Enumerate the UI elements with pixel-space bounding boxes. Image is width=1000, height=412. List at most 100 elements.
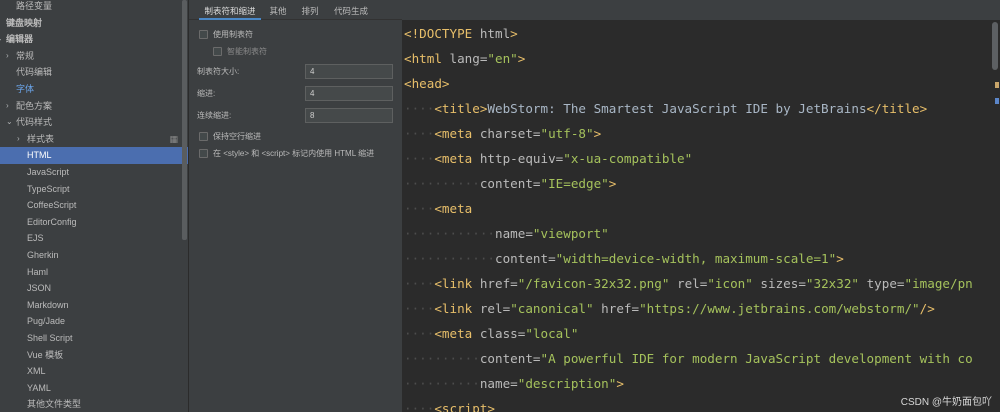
code-token: > bbox=[616, 376, 624, 391]
whitespace-marker: ···· bbox=[404, 126, 435, 141]
tree-item[interactable]: CoffeeScript bbox=[0, 197, 188, 214]
tab-code-generation[interactable]: 代码生成 bbox=[329, 0, 373, 20]
code-preview: <!DOCTYPE html> <html lang="en"> <head> ···… bbox=[402, 20, 1000, 412]
code-token: <meta bbox=[434, 201, 473, 216]
tree-item-label: 字体 bbox=[16, 84, 35, 94]
tree-item[interactable]: Pug/Jade bbox=[0, 313, 188, 330]
tree-scrollbar[interactable] bbox=[182, 0, 187, 240]
chevron-right-icon[interactable]: › bbox=[6, 48, 9, 65]
code-line: ····<meta charset="utf-8"> bbox=[404, 121, 601, 146]
tree-item[interactable]: › 样式表 ▦ bbox=[0, 131, 188, 148]
code-token: <html bbox=[404, 51, 450, 66]
tree-item-label: Haml bbox=[27, 266, 49, 277]
tree-item-label: Vue 模板 bbox=[27, 349, 64, 360]
tree-item[interactable]: ⌄ 代码样式 bbox=[0, 114, 188, 131]
tree-item[interactable]: 字体 bbox=[0, 81, 188, 98]
tab-other[interactable]: 其他 bbox=[265, 0, 291, 20]
code-token: <title> bbox=[434, 101, 488, 116]
code-line: ············content="width=device-width,… bbox=[404, 246, 844, 271]
tree-item[interactable]: JSON bbox=[0, 280, 188, 297]
code-line: ····<meta bbox=[404, 196, 472, 221]
tree-item[interactable]: YAML bbox=[0, 380, 188, 397]
chevron-right-icon[interactable]: › bbox=[6, 98, 9, 115]
indent-input[interactable]: 4 bbox=[305, 86, 393, 101]
code-token: </title> bbox=[866, 101, 928, 116]
code-token: content= bbox=[479, 176, 541, 191]
tree-item[interactable]: EJS bbox=[0, 230, 188, 247]
tree-item[interactable]: Shell Script bbox=[0, 330, 188, 347]
code-token: "icon" bbox=[707, 276, 753, 291]
code-token: charset= bbox=[479, 126, 541, 141]
continuation-indent-input[interactable]: 8 bbox=[305, 108, 393, 123]
tree-item-label: Gherkin bbox=[27, 250, 59, 260]
code-token: rel= bbox=[479, 301, 511, 316]
smart-tab-label: 智能制表符 bbox=[227, 47, 267, 56]
tree-item-label: 编辑器 bbox=[6, 34, 34, 45]
tree-item-label: Shell Script bbox=[27, 333, 73, 343]
scheme-settings-icon[interactable]: ▦ bbox=[169, 131, 178, 148]
use-tab-checkbox[interactable] bbox=[199, 30, 208, 39]
tab-tabs-and-indents[interactable]: 制表符和缩进 bbox=[199, 0, 261, 20]
settings-tree: 路径变量键盘映射⌄编辑器›常规代码编辑字体›配色方案⌄代码样式›样式表▦HTML… bbox=[0, 0, 188, 412]
code-token: > bbox=[510, 26, 518, 41]
tree-item[interactable]: Vue 模板 bbox=[0, 347, 188, 364]
whitespace-marker: ···· bbox=[404, 301, 435, 316]
html-indent-checkbox[interactable] bbox=[199, 149, 208, 158]
code-token: "viewport" bbox=[532, 226, 609, 241]
tree-item[interactable]: HTML bbox=[0, 147, 188, 164]
tree-item-label: EditorConfig bbox=[27, 216, 77, 227]
tree-item-label: Pug/Jade bbox=[27, 316, 66, 327]
chevron-down-icon[interactable]: ⌄ bbox=[0, 31, 3, 48]
keep-blank-indent-checkbox[interactable] bbox=[199, 132, 208, 141]
watermark: CSDN @牛奶面包吖 bbox=[900, 397, 992, 408]
tree-item[interactable]: › 配色方案 bbox=[0, 98, 188, 115]
code-line: ··········name="description"> bbox=[404, 371, 624, 396]
tree-item[interactable]: XML bbox=[0, 363, 188, 380]
code-token: "32x32" bbox=[805, 276, 859, 291]
whitespace-marker: ···· bbox=[404, 401, 435, 412]
smart-tab-checkbox[interactable] bbox=[213, 47, 222, 56]
tree-item[interactable]: Haml bbox=[0, 264, 188, 281]
code-line: <!DOCTYPE html> bbox=[404, 21, 518, 46]
tree-item[interactable]: JavaScript bbox=[0, 164, 188, 181]
tree-item[interactable]: ⌄编辑器 bbox=[0, 31, 188, 48]
tree-item[interactable]: 其他文件类型 bbox=[0, 396, 188, 412]
chevron-down-icon[interactable]: ⌄ bbox=[6, 114, 13, 131]
tree-item[interactable]: TypeScript bbox=[0, 181, 188, 198]
code-style-panel: 制表符和缩进 其他 排列 代码生成 使用制表符 智能制表符 制表符大小: 4 缩… bbox=[188, 0, 403, 412]
code-line: ····<title>WebStorm: The Smartest JavaSc… bbox=[404, 96, 927, 121]
preview-scrollbar[interactable] bbox=[992, 22, 998, 70]
whitespace-marker: ···· bbox=[404, 276, 435, 291]
tab-size-input[interactable]: 4 bbox=[305, 64, 393, 79]
tree-item[interactable]: Markdown bbox=[0, 297, 188, 314]
code-token: <script> bbox=[434, 401, 496, 412]
tab-arrangement[interactable]: 排列 bbox=[297, 0, 323, 20]
tree-item[interactable]: 路径变量 bbox=[0, 0, 188, 15]
code-token: href= bbox=[593, 301, 640, 316]
chevron-right-icon[interactable]: › bbox=[17, 131, 20, 148]
tree-item[interactable]: 代码编辑 bbox=[0, 64, 188, 81]
code-token: http-equiv= bbox=[479, 151, 564, 166]
whitespace-marker: ············ bbox=[404, 226, 495, 241]
code-token: href= bbox=[479, 276, 518, 291]
code-token: name= bbox=[495, 226, 533, 241]
code-token: "canonical" bbox=[510, 301, 594, 316]
tree-item[interactable]: EditorConfig bbox=[0, 214, 188, 231]
code-token: <meta bbox=[434, 126, 480, 141]
code-token: type= bbox=[859, 276, 905, 291]
tree-item[interactable]: Gherkin bbox=[0, 247, 188, 264]
code-token: content= bbox=[495, 251, 556, 266]
code-token: lang= bbox=[449, 51, 488, 66]
tree-item-label: 配色方案 bbox=[16, 100, 53, 111]
code-token: "width=device-width, maximum-scale=1" bbox=[555, 251, 837, 266]
tree-item-label: 其他文件类型 bbox=[27, 399, 82, 410]
code-style-tabs: 制表符和缩进 其他 排列 代码生成 bbox=[189, 0, 403, 20]
code-line: ············name="viewport" bbox=[404, 221, 609, 246]
tree-item[interactable]: › 常规 bbox=[0, 48, 188, 65]
code-line: ····<meta class="local" bbox=[404, 321, 578, 346]
code-token: html bbox=[479, 26, 511, 41]
code-token: "image/pn bbox=[904, 276, 973, 291]
code-token: class= bbox=[479, 326, 526, 341]
tree-item-label: EJS bbox=[27, 233, 44, 244]
tree-item[interactable]: 键盘映射 bbox=[0, 15, 188, 32]
